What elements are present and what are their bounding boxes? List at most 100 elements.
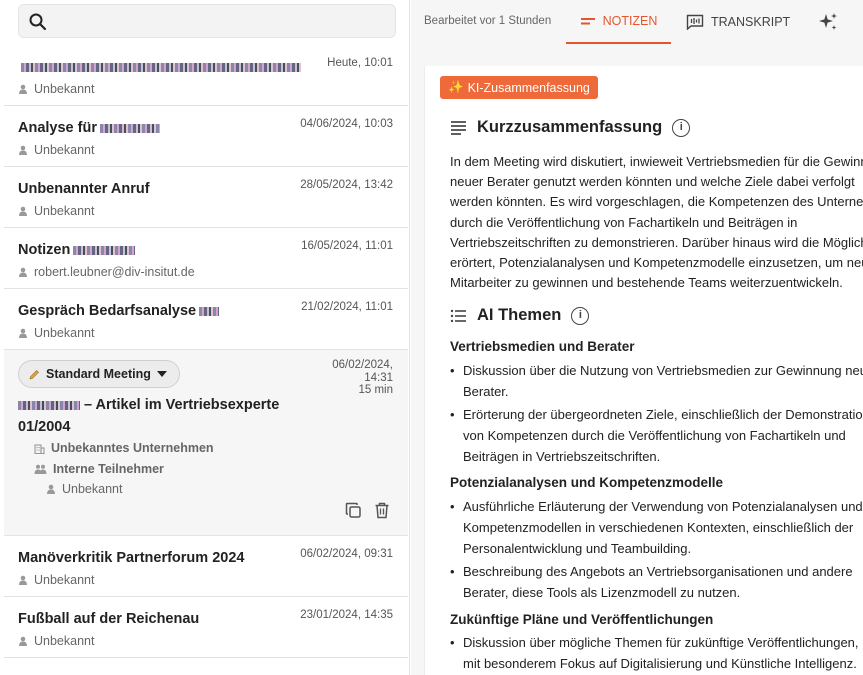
meeting-time: 23/01/2024, 14:35: [300, 609, 393, 621]
topic-bullets: Diskussion über die Nutzung von Vertrieb…: [450, 360, 863, 469]
participants-label: Interne Teilnehmer: [53, 462, 164, 476]
search-box[interactable]: [18, 4, 396, 38]
search-input[interactable]: [57, 11, 387, 33]
meeting-title: Notizen: [18, 242, 136, 258]
ai-sparkle-button[interactable]: [817, 0, 839, 44]
ai-summary-badge[interactable]: ✨ KI-Zusammenfassung: [440, 76, 598, 99]
tab-notes[interactable]: NOTIZEN: [566, 0, 671, 44]
meeting-item[interactable]: Fußball auf der Reichenau 23/01/2024, 14…: [4, 597, 408, 658]
meeting-title: Gespräch Bedarfsanalyse: [18, 303, 220, 319]
topic-heading: Zukünftige Pläne und Veröffentlichungen: [450, 612, 714, 627]
meeting-title: Manöverkritik Partnerforum 2024: [18, 550, 245, 566]
sparkle-icon: [819, 13, 837, 30]
meeting-time: 04/06/2024, 10:03: [300, 118, 393, 130]
owner-label: Unbekannt: [34, 204, 95, 218]
sparkle-icon: ✨: [448, 80, 464, 94]
edited-status: Bearbeitet vor 1 Stunden: [424, 15, 552, 27]
topic-heading: Vertriebsmedien und Berater: [450, 339, 635, 354]
meeting-owner: Unbekannt: [18, 143, 94, 157]
participants-row: Interne Teilnehmer: [34, 462, 164, 476]
trash-icon[interactable]: [374, 502, 390, 519]
owner-label: Unbekannt: [34, 326, 95, 340]
bullet-item: Ausführliche Erläuterung der Verwendung …: [450, 496, 863, 559]
person-icon: [19, 206, 27, 216]
owner-label: Unbekannt: [34, 82, 95, 96]
info-icon[interactable]: i: [571, 306, 590, 325]
meeting-owner: Unbekannt: [18, 634, 94, 648]
redacted-text: [199, 306, 220, 316]
summary-line: In dem Meeting wird diskutiert, inwiewei…: [450, 154, 863, 169]
themes-heading-label: AI Themen: [477, 306, 562, 324]
redacted-text: [73, 245, 136, 255]
bullet-item: Diskussion über mögliche Themen für zukü…: [450, 632, 863, 674]
meeting-duration: 15 min: [358, 384, 393, 396]
person-icon: [19, 575, 27, 585]
meeting-time: 21/02/2024, 11:01: [301, 301, 393, 313]
summary-line: durch die Veröffentlichung von Fachartik…: [450, 214, 798, 230]
tab-transcript[interactable]: TRANSKRIPT: [686, 0, 790, 44]
chevron-down-icon: [156, 371, 167, 377]
notes-content: ✨ KI-Zusammenfassung Kurzzusammenfassung…: [424, 66, 863, 675]
person-icon: [19, 636, 27, 646]
meeting-type-dropdown[interactable]: Standard Meeting: [18, 360, 180, 388]
summary-line: erörtert, Potenzialanalysen und Kompeten…: [450, 255, 863, 271]
pencil-icon: [29, 369, 39, 379]
meeting-item[interactable]: Heute, 10:01 Unbekannt: [4, 45, 408, 106]
building-icon: [34, 443, 45, 454]
list-icon: [450, 309, 466, 322]
summary-heading-label: Kurzzusammenfassung: [477, 118, 663, 136]
meeting-owner: Unbekannt: [18, 82, 94, 96]
meeting-title: Analyse für: [18, 120, 160, 136]
redacted-text: [99, 123, 160, 133]
person-icon: [19, 328, 27, 338]
list-icon: [451, 121, 466, 135]
owner-label: Unbekannt: [34, 143, 95, 157]
summary-line: Vertriebszeitschriften zu demonstrieren.…: [450, 234, 863, 250]
meeting-title: – Artikel im Vertriebsexperte 01/2004: [18, 397, 280, 435]
meeting-owner: Unbekannt: [18, 326, 94, 340]
group-icon: [34, 464, 47, 474]
meeting-date: 06/02/2024,: [332, 359, 393, 371]
meeting-item[interactable]: Notizen 16/05/2024, 11:01 robert.leubner…: [4, 228, 408, 289]
participant-label: Unbekannt: [62, 482, 123, 496]
detail-tabs: Bearbeitet vor 1 Stunden NOTIZEN TRANSKR…: [411, 0, 863, 44]
company-row: Unbekanntes Unternehmen: [34, 441, 214, 455]
transcript-icon: [686, 14, 704, 30]
participant-row: Unbekannt: [46, 482, 122, 496]
meeting-detail-pane: Bearbeitet vor 1 Stunden NOTIZEN TRANSKR…: [411, 0, 863, 675]
person-icon: [19, 84, 27, 94]
meeting-time: 28/05/2024, 13:42: [300, 179, 393, 191]
redacted-text: [21, 62, 301, 72]
meeting-time: 06/02/2024, 14:31 15 min: [332, 359, 393, 397]
meeting-time: Heute, 10:01: [327, 57, 393, 69]
meeting-time: 06/02/2024, 09:31: [300, 548, 393, 560]
meeting-item[interactable]: Gespräch Bedarfsanalyse 21/02/2024, 11:0…: [4, 289, 408, 350]
notes-icon: [580, 18, 595, 25]
bullet-item: Erörterung der übergeordneten Ziele, ein…: [450, 404, 863, 467]
meeting-owner: robert.leubner@div-insitut.de: [18, 265, 195, 279]
item-actions: [345, 502, 390, 519]
ai-summary-label: KI-Zusammenfassung: [467, 80, 590, 95]
meeting-item[interactable]: Manöverkritik Partnerforum 2024 06/02/20…: [4, 536, 408, 597]
meeting-owner: Unbekannt: [18, 573, 94, 587]
info-icon[interactable]: i: [672, 118, 691, 137]
meeting-item[interactable]: Unbenannter Anruf 28/05/2024, 13:42 Unbe…: [4, 167, 408, 228]
summary-heading: Kurzzusammenfassung i: [450, 118, 691, 137]
meeting-list-pane: Heute, 10:01 Unbekannt Analyse für 04/06…: [0, 0, 410, 675]
owner-label: robert.leubner@div-insitut.de: [34, 265, 195, 279]
owner-label: Unbekannt: [34, 573, 95, 587]
bullet-item: Beschreibung des Angebots an Vertriebsor…: [450, 561, 863, 603]
topic-heading: Potenzialanalysen und Kompetenzmodelle: [450, 475, 724, 490]
copy-icon[interactable]: [345, 502, 362, 519]
owner-label: Unbekannt: [34, 634, 95, 648]
person-icon: [19, 145, 27, 155]
meeting-item-selected[interactable]: Standard Meeting 06/02/2024, 14:31 15 mi…: [4, 350, 408, 536]
meeting-time: 16/05/2024, 11:01: [301, 240, 393, 252]
summary-text: In dem Meeting wird diskutiert, inwiewei…: [450, 152, 863, 293]
meeting-clock: 14:31: [364, 371, 393, 384]
meeting-type-label: Standard Meeting: [46, 367, 151, 381]
summary-line: Mitarbeiter zu gewinnen und bestehende T…: [450, 275, 843, 291]
meeting-item[interactable]: Analyse für 04/06/2024, 10:03 Unbekannt: [4, 106, 408, 167]
meeting-list: Heute, 10:01 Unbekannt Analyse für 04/06…: [4, 45, 408, 658]
company-label: Unbekanntes Unternehmen: [51, 441, 214, 455]
